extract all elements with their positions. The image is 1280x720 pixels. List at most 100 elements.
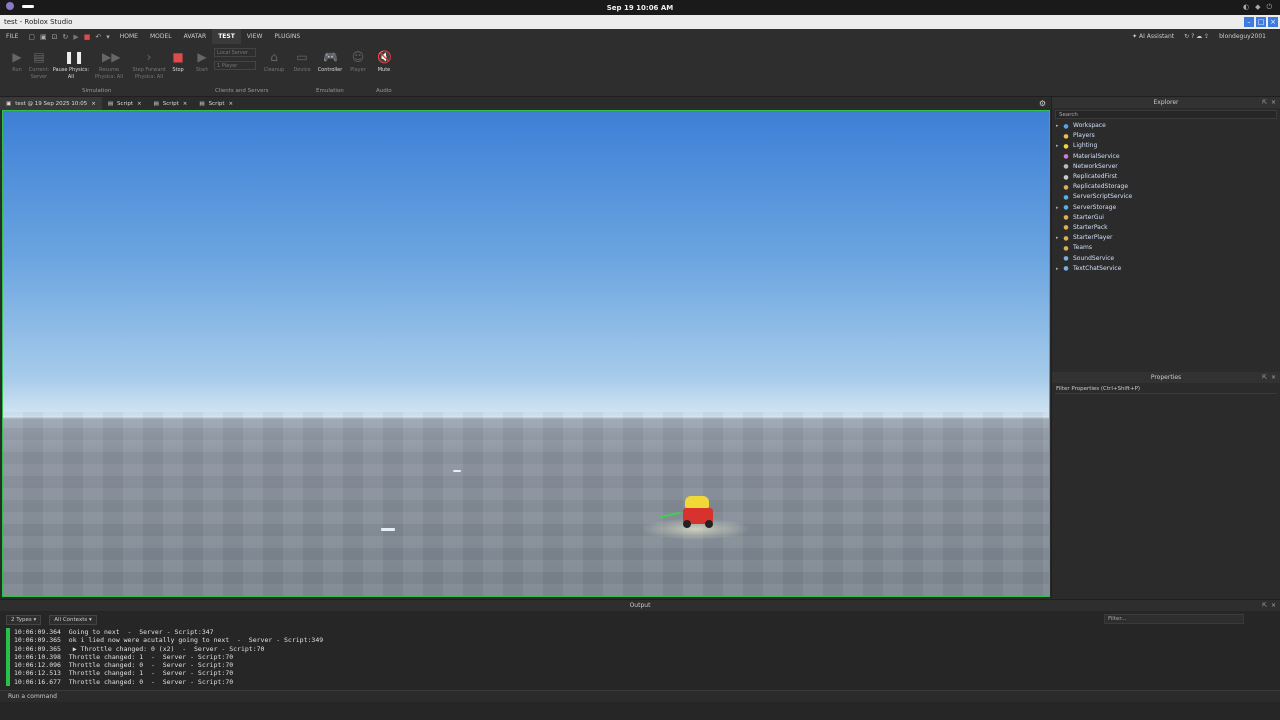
- contexts-dropdown[interactable]: All Contexts ▾: [49, 615, 97, 625]
- ai-assistant-button[interactable]: ✦ AI Assistant: [1132, 33, 1174, 40]
- close-icon[interactable]: ×: [1271, 600, 1276, 611]
- mute-button[interactable]: 🔇 Mute: [369, 48, 399, 74]
- username-label[interactable]: blondeguy2001: [1219, 33, 1266, 40]
- cleanup-button[interactable]: ⌂ Cleanup: [259, 48, 289, 74]
- player-count-select[interactable]: 1 Player: [214, 61, 256, 70]
- close-tab-icon[interactable]: ×: [91, 101, 96, 107]
- server-select[interactable]: Local Server: [214, 48, 256, 57]
- menu-avatar[interactable]: AVATAR: [178, 29, 213, 44]
- save-icon[interactable]: ⊡: [52, 33, 58, 41]
- stop-mini-icon[interactable]: ■: [84, 33, 91, 41]
- resume-physics-button[interactable]: ▶▶ Resume Physics: All: [94, 48, 124, 81]
- toy-car-model[interactable]: [641, 496, 751, 546]
- server-icon: ▤: [33, 50, 45, 64]
- network-icon[interactable]: ◐: [1243, 3, 1249, 12]
- player-icon: ●: [1063, 234, 1069, 242]
- tab-script-3[interactable]: ▤ Script ×: [193, 97, 239, 110]
- menu-plugins[interactable]: PLUGINS: [268, 29, 306, 44]
- workspace-indicator[interactable]: [22, 4, 34, 8]
- explorer-item[interactable]: ▸ ● Lighting: [1052, 141, 1280, 151]
- close-icon[interactable]: ×: [1271, 372, 1276, 383]
- dropdown-icon[interactable]: ▾: [106, 33, 110, 41]
- explorer-item[interactable]: ● ServerScriptService: [1052, 192, 1280, 202]
- log-line[interactable]: 10:06:09.365 ok i lied now were acutally…: [14, 636, 1266, 644]
- close-tab-icon[interactable]: ×: [183, 101, 188, 107]
- explorer-item[interactable]: ● NetworkServer: [1052, 162, 1280, 172]
- volume-icon[interactable]: ◆: [1255, 3, 1260, 12]
- log-line[interactable]: 10:06:09.364 Going to next - Server - Sc…: [14, 628, 1266, 636]
- minimize-button[interactable]: –: [1244, 17, 1254, 27]
- explorer-item[interactable]: ▸ ● StarterPlayer: [1052, 233, 1280, 243]
- output-filter-input[interactable]: Filter...: [1104, 614, 1244, 624]
- new-file-icon[interactable]: ▢: [28, 33, 35, 41]
- log-line[interactable]: 10:06:10.398 Throttle changed: 1 - Serve…: [14, 653, 1266, 661]
- script-service-icon: ●: [1063, 193, 1069, 201]
- menu-view[interactable]: VIEW: [241, 29, 269, 44]
- explorer-item[interactable]: ● ReplicatedFirst: [1052, 172, 1280, 182]
- refresh-icon[interactable]: ↻: [62, 33, 68, 41]
- script-icon: ▤: [199, 100, 205, 107]
- menu-test[interactable]: TEST: [212, 29, 241, 44]
- close-icon[interactable]: ×: [1271, 97, 1276, 108]
- tab-script-2[interactable]: ▤ Script ×: [148, 97, 194, 110]
- popout-icon[interactable]: ⇱: [1262, 97, 1267, 108]
- open-file-icon[interactable]: ▣: [40, 33, 47, 41]
- pause-physics-button[interactable]: ❚❚ Pause Physics: All: [52, 48, 90, 81]
- os-clock[interactable]: Sep 19 10:06 AM: [607, 4, 674, 12]
- types-dropdown[interactable]: 2 Types ▾: [6, 615, 42, 625]
- device-button[interactable]: ▭ Device: [287, 48, 317, 74]
- current-server-button[interactable]: ▤ Current: Server: [24, 48, 54, 81]
- log-line[interactable]: 10:06:12.513 Throttle changed: 1 - Serve…: [14, 669, 1266, 677]
- maximize-button[interactable]: □: [1256, 17, 1266, 27]
- car-wheel: [683, 520, 691, 528]
- explorer-item[interactable]: ● Players: [1052, 131, 1280, 141]
- explorer-tree: ▸ ● Workspace ● Players ▸ ● Lighting ● MaterialSe…: [1052, 121, 1280, 274]
- explorer-item[interactable]: ● SoundService: [1052, 253, 1280, 263]
- gear-icon[interactable]: ⚙: [1039, 99, 1046, 108]
- play-icon[interactable]: ▶: [73, 33, 78, 41]
- log-line[interactable]: 10:06:12.096 Throttle changed: 0 - Serve…: [14, 661, 1266, 669]
- group-label-clients-servers: Clients and Servers: [215, 88, 269, 94]
- log-line[interactable]: 10:06:16.677 Throttle changed: 0 - Serve…: [14, 678, 1266, 686]
- power-icon[interactable]: ⏻: [1266, 3, 1272, 12]
- output-toolbar: 2 Types ▾ All Contexts ▾: [0, 613, 1280, 627]
- floor-part: [381, 528, 395, 531]
- explorer-item[interactable]: ▸ ● Workspace: [1052, 121, 1280, 131]
- distant-part: [453, 470, 461, 472]
- menu-model[interactable]: MODEL: [144, 29, 178, 44]
- popout-icon[interactable]: ⇱: [1262, 372, 1267, 383]
- explorer-item[interactable]: ● StarterPack: [1052, 223, 1280, 233]
- mute-icon: 🔇: [377, 50, 392, 64]
- close-button[interactable]: ×: [1268, 17, 1278, 27]
- chat-icon: ●: [1063, 265, 1069, 273]
- gamepad-icon: 🎮: [323, 50, 338, 64]
- close-tab-icon[interactable]: ×: [229, 101, 234, 107]
- storage-icon: ●: [1063, 204, 1069, 212]
- explorer-item[interactable]: ▸ ● ServerStorage: [1052, 203, 1280, 213]
- popout-icon[interactable]: ⇱: [1262, 600, 1267, 611]
- os-logo-icon[interactable]: [6, 2, 14, 10]
- explorer-item[interactable]: ● ReplicatedStorage: [1052, 182, 1280, 192]
- explorer-item[interactable]: ● MaterialService: [1052, 152, 1280, 162]
- tab-place[interactable]: ▣ test @ 19 Sep 2025 10:05 ×: [0, 97, 102, 110]
- stop-icon: ■: [172, 50, 184, 64]
- help-icons[interactable]: ↻ ? ☁ ⇪: [1184, 33, 1209, 40]
- start-button[interactable]: ▶ Start: [187, 48, 217, 74]
- command-input[interactable]: Run a command: [0, 690, 1280, 702]
- undo-icon[interactable]: ↶: [95, 33, 101, 41]
- tab-script-1[interactable]: ▤ Script ×: [102, 97, 148, 110]
- explorer-search-input[interactable]: Search: [1055, 110, 1277, 119]
- explorer-item[interactable]: ▸ ● TextChatService: [1052, 264, 1280, 274]
- log-line[interactable]: 10:06:09.365 ▶ Throttle changed: 0 (x2) …: [14, 645, 1266, 653]
- output-header: Output ⇱ ×: [0, 600, 1280, 611]
- controller-button[interactable]: 🎮 Controller: [314, 48, 346, 74]
- 3d-viewport[interactable]: [2, 110, 1050, 597]
- menu-home[interactable]: HOME: [114, 29, 144, 44]
- explorer-item[interactable]: ● Teams: [1052, 243, 1280, 253]
- explorer-item[interactable]: ● StarterGui: [1052, 213, 1280, 223]
- close-tab-icon[interactable]: ×: [137, 101, 142, 107]
- properties-filter-input[interactable]: Filter Properties (Ctrl+Shift+P): [1055, 385, 1277, 394]
- device-icon: ▭: [296, 50, 308, 64]
- script-icon: ▤: [153, 100, 159, 107]
- menu-file[interactable]: FILE: [0, 29, 24, 44]
